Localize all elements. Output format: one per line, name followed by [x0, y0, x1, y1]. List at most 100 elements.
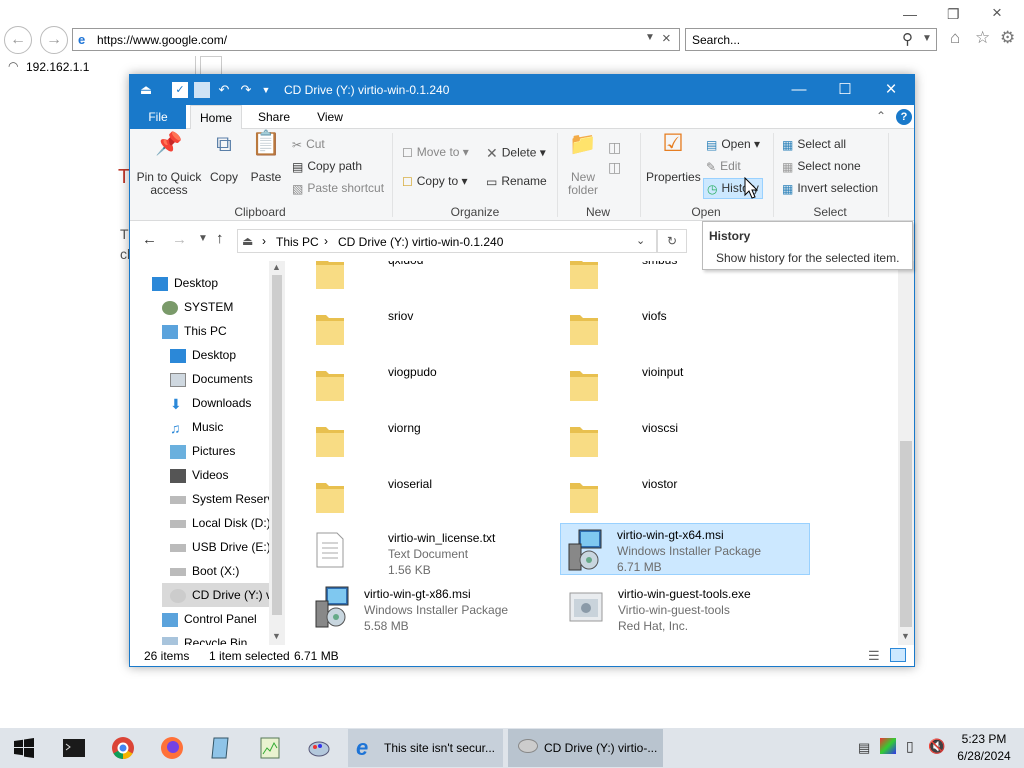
- firefox-icon[interactable]: [156, 732, 188, 764]
- customize-qa-icon[interactable]: ▼: [258, 82, 274, 98]
- move-to-button[interactable]: ☐ Move to ▾: [402, 145, 469, 160]
- tree-item-this-pc[interactable]: This PC: [162, 319, 227, 343]
- scroll-down-icon[interactable]: ▼: [901, 631, 910, 641]
- tab-view[interactable]: View: [304, 105, 356, 129]
- minimize-button[interactable]: —: [776, 75, 822, 105]
- properties-qa-icon[interactable]: ✓: [172, 82, 188, 98]
- edit-button[interactable]: ✎ Edit: [706, 159, 741, 174]
- volume-muted-icon[interactable]: 🔇: [928, 738, 945, 755]
- minimize-icon[interactable]: —: [903, 6, 917, 22]
- list-item[interactable]: viofs: [566, 305, 816, 353]
- breadcrumb-current[interactable]: CD Drive (Y:) virtio-win-0.1.240: [338, 235, 503, 249]
- tree-item-pictures[interactable]: Pictures: [170, 439, 235, 463]
- delete-button[interactable]: ✕ Delete ▾: [486, 145, 546, 162]
- easy-access-icon[interactable]: ◫: [608, 159, 621, 176]
- list-item[interactable]: sriov: [312, 305, 562, 353]
- chevron-down-icon[interactable]: ⌄: [636, 234, 645, 247]
- new-folder-button[interactable]: 📁 New folder: [562, 133, 604, 197]
- rename-button[interactable]: ▭ Rename: [486, 174, 547, 189]
- list-item[interactable]: vioserial: [312, 473, 562, 521]
- recent-locations-icon[interactable]: ▼: [198, 233, 208, 244]
- display-icon[interactable]: [880, 738, 896, 754]
- tab-share[interactable]: Share: [248, 105, 300, 129]
- tree-item-local-disk[interactable]: Local Disk (D:): [170, 511, 271, 535]
- paste-shortcut-button[interactable]: ▧ Paste shortcut: [292, 181, 384, 196]
- taskbar-task-explorer[interactable]: CD Drive (Y:) virtio-...: [508, 729, 663, 767]
- cut-button[interactable]: ✂ Cut: [292, 137, 325, 152]
- list-item[interactable]: virtio-win-gt-x86.msi Windows Installer …: [308, 583, 558, 633]
- copy-path-button[interactable]: ▤ Copy path: [292, 159, 362, 174]
- list-item[interactable]: viogpudo: [312, 361, 562, 409]
- list-item[interactable]: virtio-win-guest-tools.exe Virtio-win-gu…: [562, 583, 812, 633]
- refresh-button[interactable]: ↻: [657, 229, 687, 253]
- copy-to-button[interactable]: ☐ Copy to ▾: [402, 174, 467, 189]
- tree-item-desktop[interactable]: Desktop: [170, 343, 236, 367]
- usb-icon[interactable]: ▯: [906, 738, 914, 755]
- new-tab-button[interactable]: [200, 56, 222, 76]
- select-none-button[interactable]: ▦ Select none: [782, 159, 861, 174]
- tree-item-downloads[interactable]: ⬇ Downloads: [170, 391, 251, 415]
- tree-item-usb-drive[interactable]: USB Drive (E:): [170, 535, 271, 559]
- tree-item-control-panel[interactable]: Control Panel: [162, 607, 257, 631]
- tree-item-music[interactable]: ♫ Music: [170, 415, 223, 439]
- select-all-button[interactable]: ▦ Select all: [782, 137, 846, 152]
- list-item[interactable]: viostor: [566, 473, 816, 521]
- paint-icon[interactable]: [303, 732, 335, 764]
- list-item[interactable]: virtio-win_license.txt Text Document 1.5…: [312, 527, 562, 577]
- paste-button[interactable]: 📋 Paste: [246, 132, 286, 184]
- breadcrumb-root[interactable]: This PC: [276, 235, 319, 249]
- windows-start-icon[interactable]: [8, 732, 40, 764]
- stop-icon[interactable]: ×: [662, 30, 671, 47]
- network-icon[interactable]: ▤: [858, 740, 870, 756]
- list-item[interactable]: vioscsi: [566, 417, 816, 465]
- tree-item-system-reserved[interactable]: System Reserve: [170, 487, 280, 511]
- scrollbar-thumb[interactable]: [900, 441, 912, 627]
- title-bar[interactable]: ⏏ ✓ ↶ ↷ ▼ CD Drive (Y:) virtio-win-0.1.2…: [130, 75, 914, 105]
- terminal-icon[interactable]: [58, 732, 90, 764]
- help-icon[interactable]: ?: [896, 109, 912, 125]
- scroll-up-icon[interactable]: ▲: [272, 262, 281, 272]
- close-icon[interactable]: ×: [992, 3, 1002, 23]
- clock[interactable]: 5:23 PM 6/28/2024: [952, 731, 1016, 765]
- up-arrow-icon[interactable]: ↑: [216, 230, 224, 247]
- gear-icon[interactable]: ⚙: [1000, 28, 1015, 48]
- tab-file[interactable]: File: [130, 105, 186, 129]
- notepad-icon[interactable]: [205, 732, 237, 764]
- tree-scrollbar[interactable]: ▲ ▼: [269, 261, 285, 645]
- open-button[interactable]: ▤ Open ▾: [706, 137, 760, 152]
- search-icon[interactable]: ⚲: [902, 30, 913, 48]
- taskbar-task-browser[interactable]: e This site isn't secur...: [348, 729, 503, 767]
- dropdown-icon[interactable]: ▼: [645, 32, 655, 43]
- tree-item-cd-drive[interactable]: CD Drive (Y:) vi: [162, 583, 275, 607]
- copy-button[interactable]: ⧉ Copy: [206, 133, 242, 184]
- new-item-icon[interactable]: ◫: [608, 139, 621, 156]
- search-box[interactable]: Search... ⚲ ▼: [685, 28, 937, 51]
- properties-button[interactable]: ☑ Properties: [646, 132, 701, 184]
- tree-item-documents[interactable]: Documents: [170, 367, 253, 391]
- scrollbar-thumb[interactable]: [272, 275, 282, 615]
- list-item[interactable]: viorng: [312, 417, 562, 465]
- search-dropdown-icon[interactable]: ▼: [922, 33, 932, 44]
- forward-arrow-icon[interactable]: →: [172, 231, 187, 248]
- list-item[interactable]: vioinput: [566, 361, 816, 409]
- tree-item-recycle-bin[interactable]: Recycle Bin: [162, 631, 247, 645]
- pin-to-quick-access-button[interactable]: 📌 Pin to Quick access: [136, 133, 202, 197]
- back-arrow-icon[interactable]: ←: [142, 231, 157, 248]
- home-icon[interactable]: ⌂: [950, 28, 960, 48]
- address-bar[interactable]: e https://www.google.com/ ▼ ×: [72, 28, 680, 51]
- scroll-down-icon[interactable]: ▼: [272, 631, 281, 641]
- large-icons-view-icon[interactable]: [890, 648, 906, 662]
- forward-button[interactable]: →: [40, 26, 68, 54]
- invert-selection-button[interactable]: ▦ Invert selection: [782, 181, 878, 196]
- new-folder-qa-icon[interactable]: [194, 82, 210, 98]
- undo-icon[interactable]: ↶: [216, 82, 232, 98]
- collapse-ribbon-icon[interactable]: ⌃: [876, 109, 886, 123]
- list-item-selected[interactable]: virtio-win-gt-x64.msi Windows Installer …: [560, 523, 810, 575]
- tab-home[interactable]: Home: [190, 105, 242, 129]
- close-button[interactable]: ×: [868, 75, 914, 105]
- breadcrumb[interactable]: ⏏ › This PC › CD Drive (Y:) virtio-win-0…: [237, 229, 657, 253]
- tree-item-system[interactable]: SYSTEM: [162, 295, 233, 319]
- restore-icon[interactable]: ❐: [947, 6, 960, 23]
- tree-item-boot[interactable]: Boot (X:): [170, 559, 239, 583]
- tree-item-desktop-root[interactable]: Desktop: [152, 271, 218, 295]
